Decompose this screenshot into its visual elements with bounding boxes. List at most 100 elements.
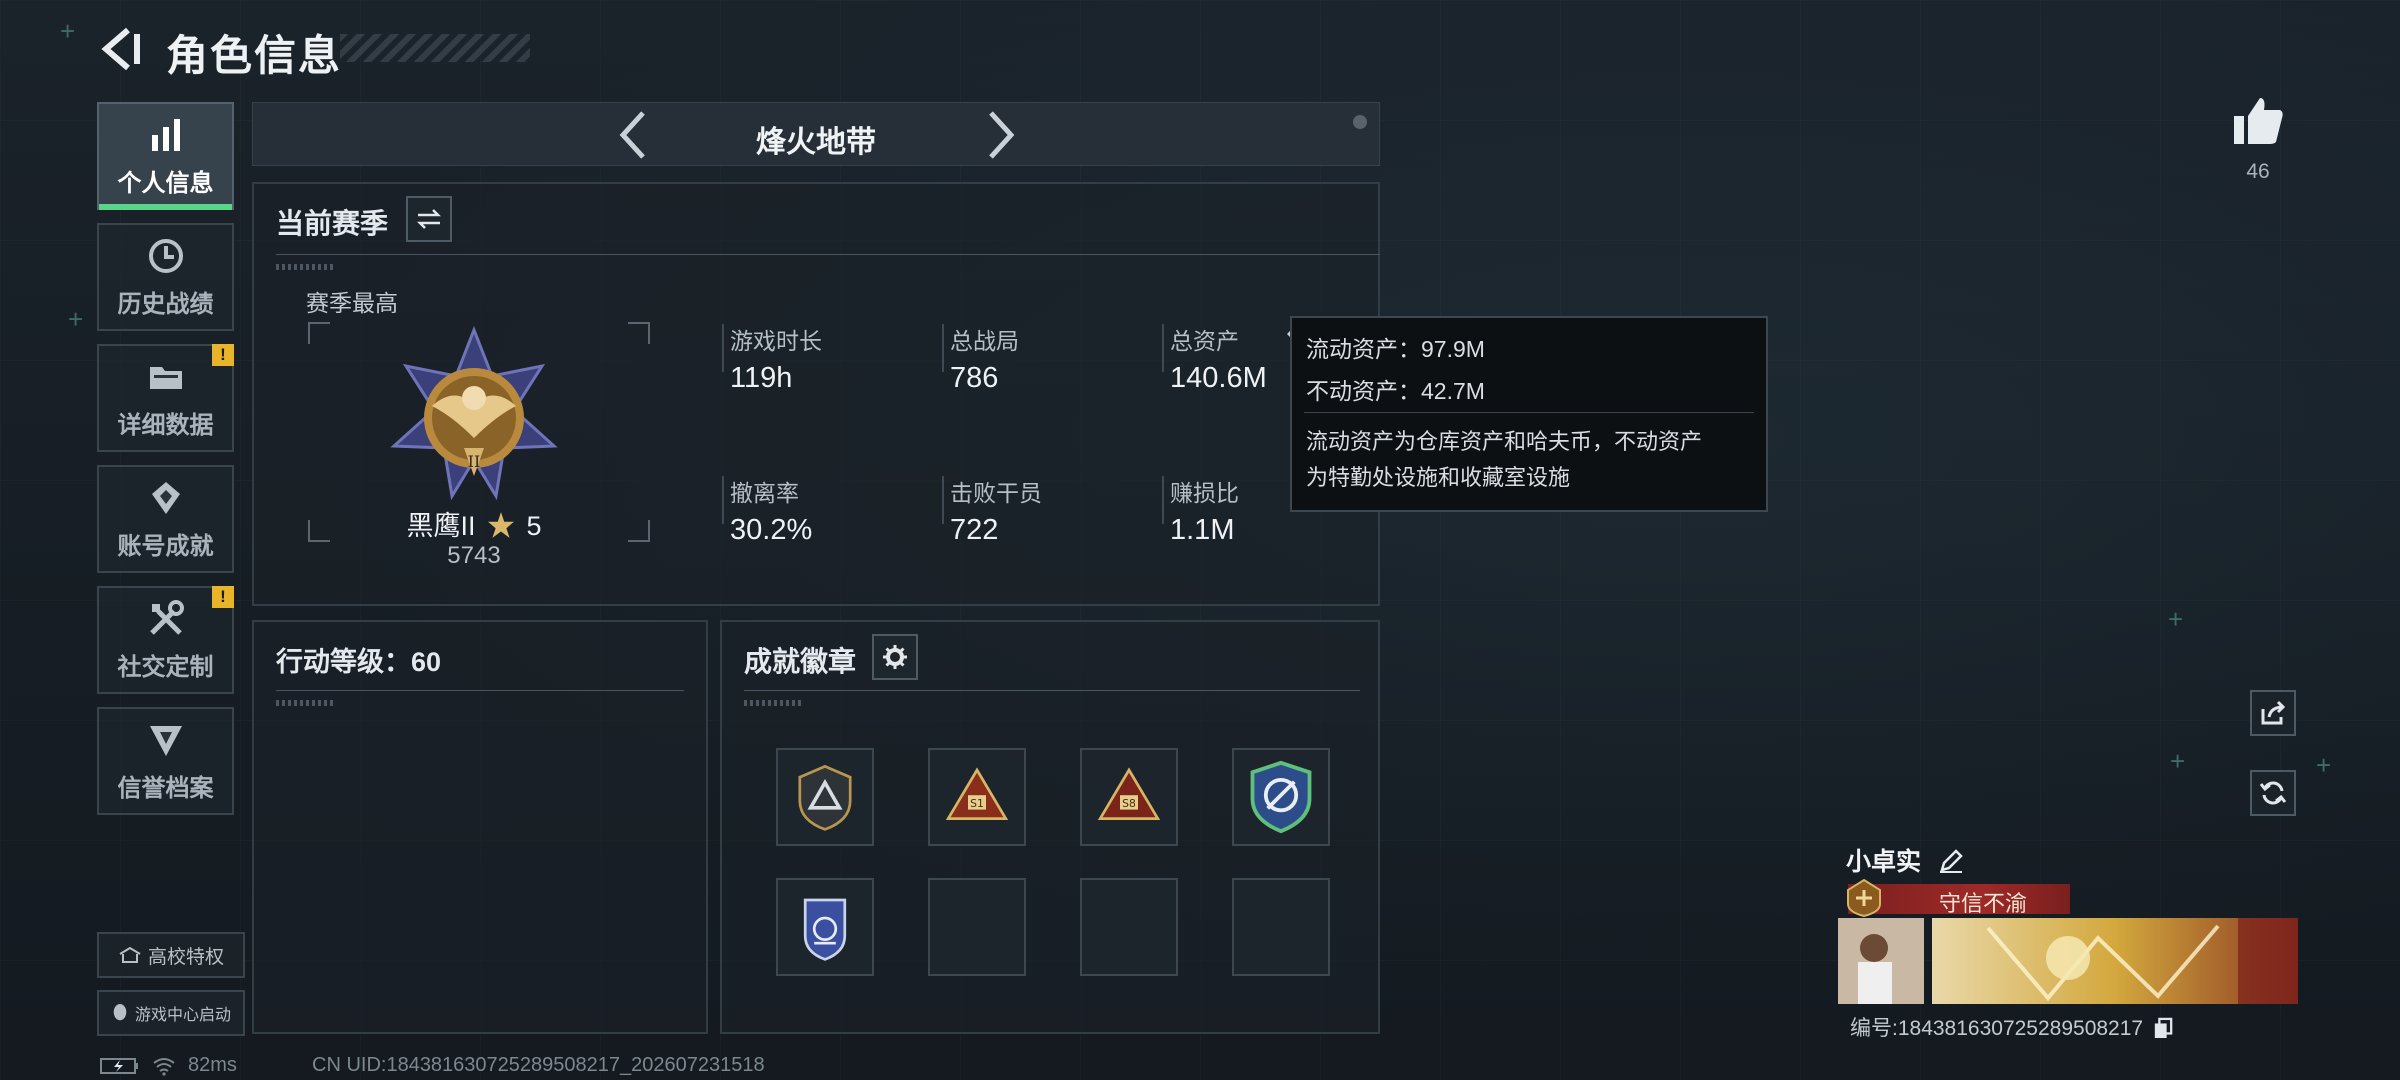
achievement-icon: [151, 481, 180, 514]
sidebar-item-social-custom[interactable]: 社交定制 !: [97, 586, 234, 694]
gold-triangle-s1-badge-icon: S1: [945, 767, 1009, 820]
action-level-title: 行动等级：60: [276, 647, 442, 677]
svg-text:II: II: [468, 452, 481, 471]
edit-pencil-icon[interactable]: [1938, 848, 1964, 874]
tooltip-divider: [1304, 412, 1754, 413]
swap-icon: [416, 209, 442, 229]
folder-icon: [149, 366, 182, 389]
campus-privilege-button[interactable]: 高校特权: [97, 932, 245, 978]
achievement-badges-panel: 成就徽章 S1 S8: [720, 620, 1380, 1034]
rank-star-icon: [488, 512, 514, 538]
stat-value-play-time: 119h: [730, 362, 793, 394]
stat-value-total-matches: 786: [950, 362, 999, 394]
bar-chart-icon: [151, 118, 180, 151]
frame-corner: [308, 322, 330, 344]
tooltip-liquid-assets: 流动资产：97.9M: [1306, 336, 1485, 362]
gold-triangle-s8-badge-icon: S8: [1097, 767, 1161, 820]
page-title: 角色信息: [166, 32, 343, 79]
decor-plus: +: [60, 16, 76, 46]
tools-icon: [149, 599, 184, 635]
decor-ticks: [276, 264, 336, 270]
sidebar-item-label: 账号成就: [117, 532, 214, 560]
decor-plus: +: [2316, 750, 2332, 780]
share-button[interactable]: [2250, 690, 2296, 736]
player-id: 编号:184381630725289508217: [1850, 1012, 2173, 1042]
season-panel: 当前赛季 赛季最高 II 黑鹰II 5 5743 游戏时长 119h 总战局 7…: [252, 182, 1380, 606]
share-icon: [2261, 700, 2286, 725]
title-decor-stripe: [340, 34, 530, 62]
rank-stars: 5: [526, 511, 542, 541]
sidebar-item-detail-data[interactable]: 详细数据 !: [97, 344, 234, 452]
back-button[interactable]: [98, 26, 144, 72]
action-level-panel: 行动等级：60: [252, 620, 708, 1034]
decor-ticks: [276, 700, 336, 706]
alert-badge: !: [212, 586, 234, 608]
badge-slot-empty[interactable]: [1232, 878, 1330, 976]
stat-divider: [942, 324, 944, 372]
alert-badge: !: [212, 344, 234, 366]
sidebar-item-history[interactable]: 历史战绩: [97, 223, 234, 331]
green-emblem-badge-icon: [1250, 760, 1312, 834]
tooltip-description-line1: 流动资产为仓库资产和哈夫币，不动资产: [1306, 429, 1703, 454]
stat-value-operators-defeated: 722: [950, 514, 999, 546]
stat-divider: [1162, 476, 1164, 524]
next-mode-arrow-icon[interactable]: [975, 109, 1025, 161]
frame-corner: [628, 322, 650, 344]
blue-shield-badge-icon: [803, 898, 847, 961]
status-bar: 82ms: [100, 1054, 237, 1077]
sidebar-item-label: 社交定制: [117, 653, 214, 681]
campus-privilege-label: 高校特权: [147, 946, 224, 968]
sidebar-item-label: 历史战绩: [117, 290, 214, 318]
assets-tooltip: 流动资产：97.9M 不动资产：42.7M 流动资产为仓库资产和哈夫币，不动资产…: [1290, 316, 1768, 512]
stat-divider: [942, 476, 944, 524]
sidebar-item-personal-info[interactable]: 个人信息: [97, 102, 234, 210]
stat-divider: [1162, 324, 1164, 372]
svg-text:S8: S8: [1122, 797, 1136, 810]
stat-label-operators-defeated: 击败干员: [950, 480, 1042, 506]
likes-count: 46: [2246, 160, 2270, 183]
badge-slot[interactable]: S8: [1080, 748, 1178, 846]
player-name: 小卓实: [1846, 842, 1964, 878]
sidebar: 个人信息 历史战绩 详细数据 ! 账号成就 社交定制 ! 信誉档案: [97, 102, 235, 828]
rank-medal-black-eagle-icon: II: [390, 326, 558, 501]
back-arrow-icon: [101, 27, 140, 71]
copy-icon[interactable]: [2153, 1017, 2173, 1039]
mode-title: 烽火地带: [756, 126, 876, 159]
player-card-artwork: [1838, 918, 2298, 1004]
mode-selector: 烽火地带: [252, 102, 1380, 166]
player-title-banner: 守信不渝: [1847, 878, 2070, 918]
svg-text:S1: S1: [970, 797, 984, 810]
reputation-icon: [149, 725, 182, 756]
decor-ticks: [744, 700, 804, 706]
rank-label: 黑鹰II 5: [314, 504, 634, 543]
stat-label-play-time: 游戏时长: [730, 328, 822, 354]
badge-settings-button[interactable]: [872, 634, 918, 680]
stat-divider: [722, 324, 724, 372]
stat-value-total-assets: 140.6M: [1170, 362, 1267, 394]
badges-title: 成就徽章: [744, 646, 857, 677]
switch-season-button[interactable]: [406, 196, 452, 242]
stat-label-total-matches: 总战局: [950, 328, 1019, 354]
shield-triangle-badge-icon: [798, 764, 852, 831]
refresh-button[interactable]: [2250, 770, 2296, 816]
stat-value-profit-loss: 1.1M: [1170, 514, 1235, 546]
thumbs-up-icon[interactable]: [2232, 96, 2284, 146]
badge-slot[interactable]: S1: [928, 748, 1026, 846]
stat-label-profit-loss: 赚损比: [1170, 480, 1239, 506]
badge-slot[interactable]: [1232, 748, 1330, 846]
stat-divider: [722, 476, 724, 524]
badge-slot-empty[interactable]: [1080, 878, 1178, 976]
player-id-text: 编号:184381630725289508217: [1850, 1017, 2144, 1040]
battery-charging-icon: [100, 1057, 138, 1074]
badge-slot[interactable]: [776, 878, 874, 976]
badge-slot[interactable]: [776, 748, 874, 846]
sidebar-item-label: 信誉档案: [117, 774, 214, 802]
game-center-launch-button[interactable]: 游戏中心启动: [97, 990, 245, 1036]
sidebar-item-achievements[interactable]: 账号成就: [97, 465, 234, 573]
decor-plus: +: [2170, 746, 2186, 776]
sidebar-item-reputation[interactable]: 信誉档案: [97, 707, 234, 815]
stat-label-total-assets: 总资产: [1170, 328, 1239, 354]
divider: [276, 690, 684, 691]
badge-slot-empty[interactable]: [928, 878, 1026, 976]
game-center-launch-label: 游戏中心启动: [134, 1007, 231, 1024]
